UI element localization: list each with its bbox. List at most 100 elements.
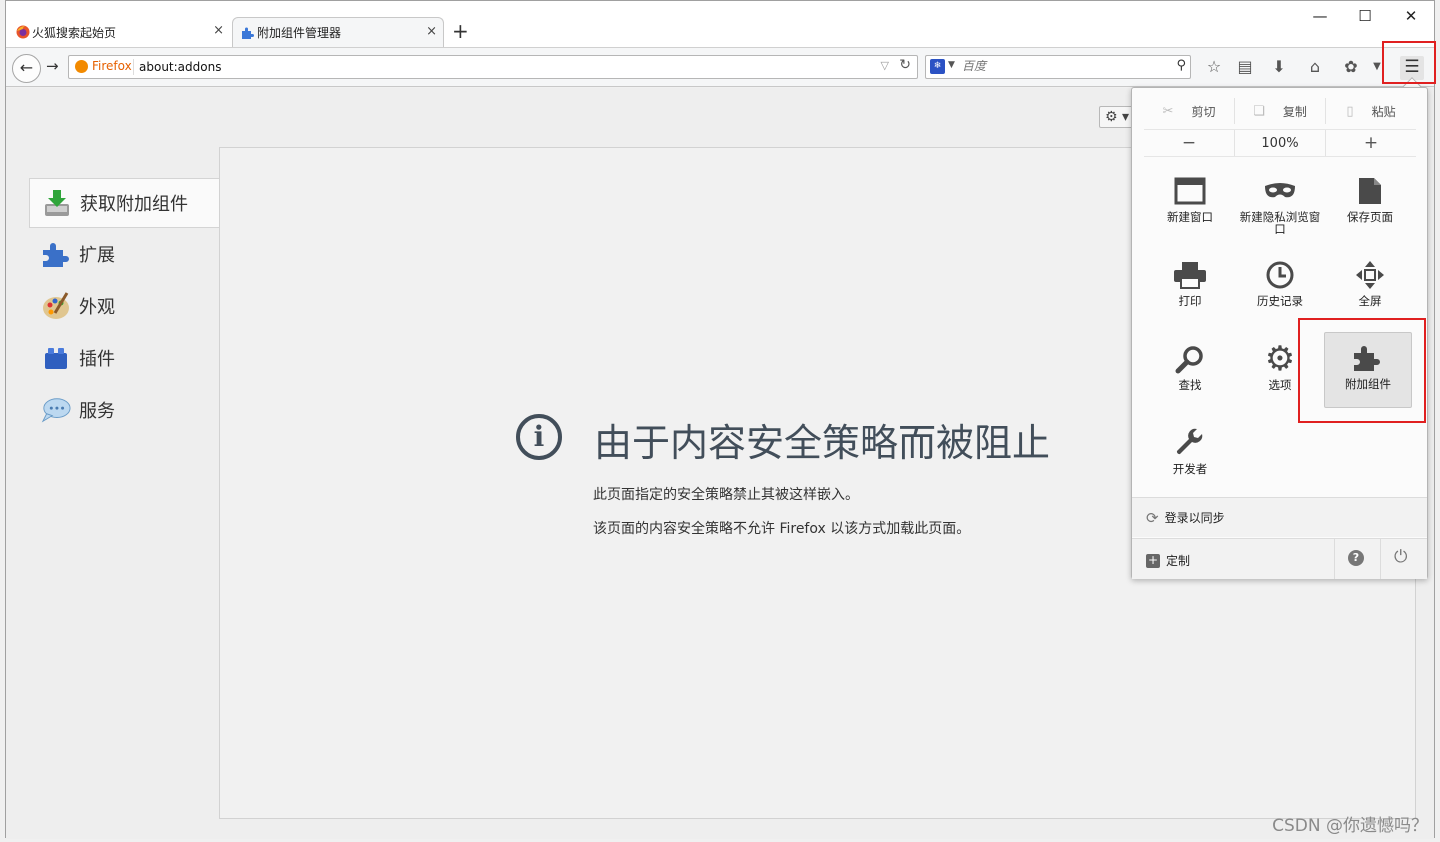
search-icon[interactable]: ⚲ <box>1176 58 1186 73</box>
cut-button[interactable]: ✂ 剪切 <box>1144 98 1235 124</box>
close-tab-icon[interactable]: × <box>426 24 437 39</box>
clipboard-icon: ▯ <box>1346 103 1354 119</box>
edit-controls: ✂ 剪切 ❏ 复制 ▯ 粘贴 <box>1144 98 1416 124</box>
palette-icon <box>41 291 71 321</box>
footer-divider <box>1334 539 1335 579</box>
paste-button[interactable]: ▯ 粘贴 <box>1326 98 1416 124</box>
identity-label: Firefox <box>92 59 132 73</box>
copy-button[interactable]: ❏ 复制 <box>1235 98 1326 124</box>
info-icon: i <box>516 414 562 460</box>
maximize-button[interactable]: ☐ <box>1353 7 1377 25</box>
category-services[interactable]: 服务 <box>29 384 219 436</box>
zoom-in-button[interactable]: + <box>1326 130 1416 156</box>
url-history-dropdown-icon[interactable]: ▽ <box>881 59 889 72</box>
menu-item-label: 打印 <box>1178 294 1202 308</box>
url-bar[interactable]: Firefox about:addons ▽ ↻ <box>68 55 918 79</box>
lego-block-icon <box>41 343 71 373</box>
tab-label: 火狐搜索起始页 <box>32 25 117 40</box>
category-get-addons[interactable]: 获取附加组件 <box>29 178 219 228</box>
minimize-button[interactable]: — <box>1308 7 1332 25</box>
back-button[interactable]: ← <box>12 54 41 83</box>
new-private-window-button[interactable]: 新建隐私浏览窗口 <box>1236 168 1324 244</box>
search-bar[interactable]: ❄ ▼ ⚲ <box>925 55 1191 79</box>
sync-label: 登录以同步 <box>1164 511 1225 525</box>
menu-item-label: 查找 <box>1178 378 1202 392</box>
menu-item-label: 历史记录 <box>1257 294 1303 308</box>
blocked-description: 此页面指定的安全策略禁止其被这样嵌入。 <box>593 487 859 503</box>
chevron-down-icon[interactable]: ▼ <box>948 60 955 70</box>
search-input[interactable] <box>962 59 1162 73</box>
help-icon[interactable]: ? <box>1348 550 1364 566</box>
category-plugins[interactable]: 插件 <box>29 332 219 384</box>
menu-item-label: 新建窗口 <box>1167 210 1213 224</box>
sync-button[interactable]: ⟳ 登录以同步 <box>1132 497 1427 537</box>
menu-item-label: 全屏 <box>1358 294 1382 308</box>
navigation-toolbar: ← → Firefox about:addons ▽ ↻ ❄ ▼ ⚲ ☆ ▤ ⬇… <box>6 47 1434 87</box>
puzzle-piece-icon <box>41 239 71 269</box>
customize-button[interactable]: + 定制 <box>1146 552 1190 569</box>
tools-gear-button[interactable]: ⚙ ▾ <box>1099 106 1133 128</box>
category-list: 获取附加组件 扩展 外观 插件 服务 <box>29 178 219 436</box>
save-page-icon <box>1326 174 1414 208</box>
new-window-button[interactable]: 新建窗口 <box>1146 168 1234 244</box>
gear-icon: ⚙ <box>1105 109 1118 125</box>
new-window-icon <box>1146 174 1234 208</box>
fullscreen-button[interactable]: 全屏 <box>1326 252 1414 328</box>
category-extensions[interactable]: 扩展 <box>29 228 219 280</box>
developer-button[interactable]: 开发者 <box>1146 420 1234 496</box>
url-divider <box>133 59 134 75</box>
zoom-out-button[interactable]: − <box>1144 130 1235 156</box>
new-tab-button[interactable]: + <box>452 20 469 42</box>
category-label: 插件 <box>79 349 115 370</box>
close-tab-icon[interactable]: × <box>213 23 224 38</box>
get-addons-icon <box>42 188 72 218</box>
identity-box[interactable]: Firefox <box>75 59 132 73</box>
scissors-icon: ✂ <box>1162 103 1174 119</box>
baidu-paw-icon[interactable]: ❄ <box>930 59 945 74</box>
plus-square-icon: + <box>1146 552 1160 568</box>
close-window-button[interactable]: ✕ <box>1399 7 1423 25</box>
blocked-description-detail: 该页面的内容安全策略不允许 Firefox 以该方式加载此页面。 <box>593 521 971 537</box>
customize-label: 定制 <box>1166 554 1191 568</box>
zoom-controls: − 100% + <box>1144 129 1416 157</box>
download-icon[interactable]: ⬇ <box>1267 57 1291 76</box>
chat-bubble-icon <box>41 395 71 425</box>
print-button[interactable]: 打印 <box>1146 252 1234 328</box>
menu-item-label: 新建隐私浏览窗口 <box>1239 210 1321 236</box>
sync-icon: ⟳ <box>1146 508 1159 527</box>
home-icon[interactable]: ⌂ <box>1303 57 1327 76</box>
highlight-box-addons <box>1298 318 1426 423</box>
cut-label: 剪切 <box>1191 104 1216 119</box>
firefox-identity-icon <box>75 59 88 73</box>
copy-label: 复制 <box>1282 104 1307 119</box>
find-button[interactable]: 查找 <box>1146 336 1234 412</box>
printer-icon <box>1146 258 1234 292</box>
panel-footer: + 定制 ? ⏻ <box>1132 538 1427 579</box>
category-label: 扩展 <box>79 245 115 266</box>
highlight-box-menu-button <box>1382 41 1436 84</box>
tab-firefox-start[interactable]: 火狐搜索起始页 × <box>8 17 230 47</box>
tab-addons-manager[interactable]: 附加组件管理器 × <box>232 17 444 47</box>
history-clock-icon <box>1236 258 1324 292</box>
watermark: CSDN @你遗憾吗？ <box>1272 816 1428 836</box>
power-quit-icon[interactable]: ⏻ <box>1394 547 1407 567</box>
category-label: 外观 <box>79 297 115 318</box>
menu-item-label: 开发者 <box>1172 462 1208 476</box>
history-button[interactable]: 历史记录 <box>1236 252 1324 328</box>
category-appearance[interactable]: 外观 <box>29 280 219 332</box>
url-text[interactable]: about:addons <box>139 60 221 74</box>
footer-divider <box>1380 539 1381 579</box>
reload-icon[interactable]: ↻ <box>899 57 911 73</box>
magnifier-icon <box>1146 342 1234 376</box>
tab-label: 附加组件管理器 <box>257 26 342 40</box>
zoom-reset-button[interactable]: 100% <box>1235 130 1326 156</box>
paste-label: 粘贴 <box>1371 104 1396 119</box>
reading-list-icon[interactable]: ▤ <box>1233 57 1257 76</box>
firefox-logo-icon <box>16 25 30 39</box>
arrow-right-icon: → <box>46 57 59 75</box>
category-label: 获取附加组件 <box>80 194 188 215</box>
forward-button[interactable]: → <box>46 57 59 75</box>
extension-icon[interactable]: ✿ <box>1339 57 1363 76</box>
save-page-button[interactable]: 保存页面 <box>1326 168 1414 244</box>
bookmark-star-icon[interactable]: ☆ <box>1202 57 1226 76</box>
